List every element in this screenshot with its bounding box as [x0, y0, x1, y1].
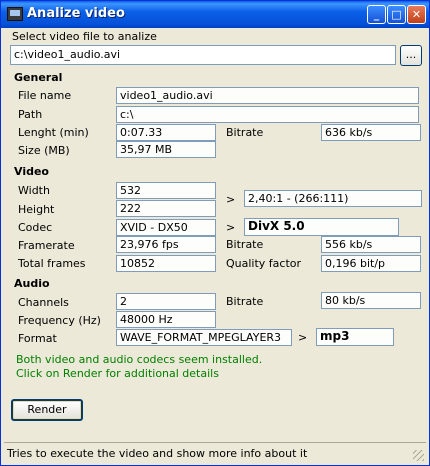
size-field: 35,97 MB	[116, 141, 216, 158]
analize-video-window: Analize video _ □ ✕ Select video file to…	[0, 0, 430, 466]
general-bitrate-label: Bitrate	[226, 126, 264, 139]
codec-status-line1: Both video and audio codecs seem install…	[16, 353, 263, 366]
height-label: Height	[18, 203, 55, 216]
size-label: Size (MB)	[18, 144, 70, 157]
framerate-label: Framerate	[18, 239, 75, 252]
video-bitrate-field: 556 kb/s	[321, 236, 421, 253]
aspect-ratio-field: 2,40:1 - (266:111)	[244, 190, 422, 207]
minimize-button[interactable]: _	[367, 5, 386, 24]
file-path-input[interactable]: c:\video1_audio.avi	[10, 45, 396, 65]
monitor-icon	[7, 7, 23, 21]
path-label: Path	[18, 108, 43, 121]
window-title: Analize video	[27, 6, 125, 21]
path-field: c:\	[116, 106, 419, 123]
video-bitrate-label: Bitrate	[226, 238, 264, 251]
codec-label: Codec	[18, 221, 53, 234]
client-area: Select video file to analize c:\video1_a…	[4, 28, 426, 463]
audio-bitrate-label: Bitrate	[226, 295, 264, 308]
total-frames-label: Total frames	[18, 257, 86, 270]
select-file-label: Select video file to analize	[12, 30, 157, 43]
codec-field: XVID - DX50	[116, 219, 216, 236]
audio-header: Audio	[14, 277, 50, 290]
length-field: 0:07.33	[116, 124, 216, 141]
video-header: Video	[14, 165, 49, 178]
close-button[interactable]: ✕	[407, 5, 426, 24]
quality-factor-field: 0,196 bit/p	[321, 255, 421, 272]
format-name-field: mp3	[316, 328, 394, 346]
general-header: General	[14, 71, 63, 84]
width-label: Width	[18, 184, 50, 197]
width-field: 532	[116, 182, 216, 199]
codec-name-field: DivX 5.0	[244, 218, 399, 236]
frequency-label: Frequency (Hz)	[18, 314, 101, 327]
framerate-field: 23,976 fps	[116, 236, 216, 253]
format-arrow: >	[298, 331, 308, 344]
frequency-field: 48000 Hz	[116, 311, 216, 328]
file-name-label: File name	[18, 89, 72, 102]
total-frames-field: 10852	[116, 255, 216, 272]
aspect-arrow: >	[226, 193, 236, 206]
general-bitrate-field: 636 kb/s	[321, 124, 421, 141]
codec-arrow: >	[226, 221, 236, 234]
title-bar[interactable]: Analize video _ □ ✕	[1, 1, 429, 28]
channels-label: Channels	[18, 296, 69, 309]
status-text: Tries to execute the video and show more…	[7, 447, 308, 460]
audio-bitrate-field: 80 kb/s	[321, 292, 421, 309]
format-field: WAVE_FORMAT_MPEGLAYER3	[116, 329, 292, 346]
channels-field: 2	[116, 293, 216, 310]
resize-grip-icon[interactable]	[413, 450, 424, 461]
height-field: 222	[116, 200, 216, 217]
file-name-field: video1_audio.avi	[116, 87, 419, 104]
browse-button[interactable]: ...	[400, 45, 422, 66]
quality-factor-label: Quality factor	[226, 257, 302, 270]
render-button[interactable]: Render	[11, 399, 83, 421]
maximize-button[interactable]: □	[387, 5, 406, 24]
length-label: Lenght (min)	[18, 126, 89, 139]
codec-status-line2: Click on Render for additional details	[16, 367, 219, 380]
format-label: Format	[18, 332, 57, 345]
status-bar: Tries to execute the video and show more…	[4, 442, 426, 463]
